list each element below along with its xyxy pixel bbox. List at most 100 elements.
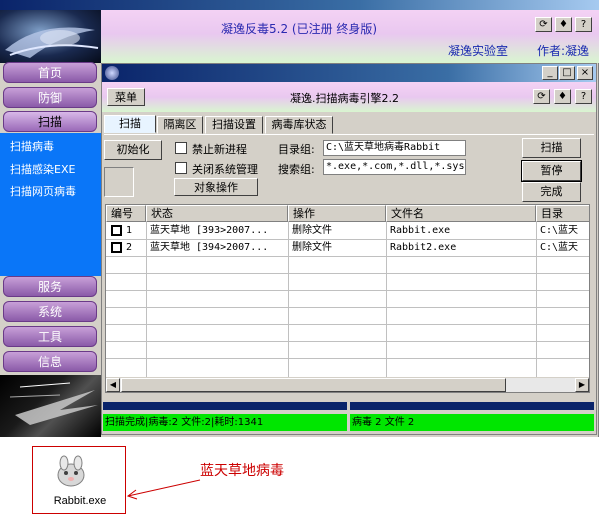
block-new-process-label: 禁止新进程 <box>192 143 247 156</box>
desktop-file-label: Rabbit.exe <box>53 495 107 507</box>
nav-item-system[interactable]: 系统 <box>3 301 97 322</box>
nav-decoration-art <box>0 375 101 437</box>
dir-group-label: 目录组: <box>278 143 315 156</box>
scroll-left-button[interactable]: ◀ <box>106 378 120 392</box>
tab-scan-settings[interactable]: 扫描设置 <box>205 116 263 134</box>
row-filename: Rabbit2.exe <box>390 242 457 253</box>
app-logo <box>0 10 101 63</box>
pin-icon: ♦ <box>558 91 567 102</box>
status-bar-right: 病毒 2 文件 2 <box>350 414 594 431</box>
nav-link-scan-web[interactable]: 扫描网页病毒 <box>10 183 76 199</box>
help-icon: ? <box>580 91 587 102</box>
grid-line <box>106 341 589 342</box>
nav-link-scan-virus[interactable]: 扫描病毒 <box>10 138 54 154</box>
pause-button[interactable]: 暂停 <box>521 160 582 182</box>
help-button[interactable]: ? <box>575 17 592 32</box>
app-header: 凝逸反毒5.2 (已注册 终身版) 凝逸实验室 作者:凝逸 ⟳ ♦ ? <box>101 10 599 63</box>
scroll-right-button[interactable]: ▶ <box>575 378 589 392</box>
horizontal-scrollbar[interactable]: ◀ ▶ <box>106 377 589 392</box>
row-directory: C:\蓝天 <box>540 242 579 253</box>
grid-line <box>106 273 589 274</box>
rabbit-exe-icon <box>57 455 85 487</box>
nav-item-scan[interactable]: 扫描 <box>3 111 97 132</box>
row-status: 蓝天草地 [394>2007... <box>150 242 269 253</box>
init-button[interactable]: 初始化 <box>104 140 162 160</box>
progress-bar-right <box>350 402 594 410</box>
grid-line <box>106 290 589 291</box>
row-checkbox[interactable] <box>111 225 122 236</box>
scroll-thumb[interactable] <box>121 378 506 392</box>
maximize-button[interactable]: □ <box>559 66 575 80</box>
tab-quarantine[interactable]: 隔离区 <box>157 116 203 134</box>
tab-scan[interactable]: 扫描 <box>104 115 156 133</box>
row-action: 删除文件 <box>292 225 332 236</box>
nav-item-tools[interactable]: 工具 <box>3 326 97 347</box>
desktop-file-highlight: Rabbit.exe <box>32 446 126 514</box>
engine-title: 凝逸.扫描病毒引擎2.2 <box>290 92 399 105</box>
row-directory: C:\蓝天 <box>540 225 579 236</box>
inner-header: 菜单 凝逸.扫描病毒引擎2.2 ⟳ ♦ ? <box>102 82 596 112</box>
status-indicator-box <box>104 167 134 197</box>
inner-refresh-button[interactable]: ⟳ <box>533 89 550 104</box>
grid-line <box>106 256 589 257</box>
arrow-left-icon: ◀ <box>109 380 117 389</box>
nav-item-service[interactable]: 服务 <box>3 276 97 297</box>
nav-item-home[interactable]: 首页 <box>3 62 97 83</box>
refresh-icon: ⟳ <box>539 19 548 30</box>
search-group-field[interactable]: *.exe,*.com,*.dll,*.sys <box>323 159 466 175</box>
nav-item-defense[interactable]: 防御 <box>3 87 97 108</box>
block-new-process-checkbox[interactable] <box>175 142 187 154</box>
nav-item-info[interactable]: 信息 <box>3 351 97 372</box>
menu-button[interactable]: 菜单 <box>107 88 145 106</box>
column-header-status[interactable]: 状态 <box>146 205 288 222</box>
lab-label: 凝逸实验室 <box>448 44 509 58</box>
grid-line <box>106 307 589 308</box>
nav-link-scan-exe[interactable]: 扫描感染EXE <box>10 161 75 177</box>
tab-virus-db-status[interactable]: 病毒库状态 <box>265 116 333 134</box>
column-header-filename[interactable]: 文件名 <box>386 205 536 222</box>
status-bar-left: 扫描完成|病毒:2 文件:2|耗时:1341 <box>103 414 347 431</box>
done-button[interactable]: 完成 <box>522 182 581 202</box>
pin-icon: ♦ <box>559 19 568 30</box>
window-icon <box>105 66 119 80</box>
row-status: 蓝天草地 [393>2007... <box>150 225 269 236</box>
desktop-file-icon-item[interactable]: Rabbit.exe <box>35 449 125 513</box>
column-header-id[interactable]: 编号 <box>106 205 146 222</box>
help-icon: ? <box>580 19 587 30</box>
pin-button[interactable]: ♦ <box>555 17 572 32</box>
row-checkbox[interactable] <box>111 242 122 253</box>
virus-annotation-label: 蓝天草地病毒 <box>200 463 284 479</box>
grid-line <box>106 358 589 359</box>
table-row[interactable]: 2 蓝天草地 [394>2007... 删除文件 Rabbit2.exe C:\… <box>106 240 589 256</box>
refresh-button[interactable]: ⟳ <box>535 17 552 32</box>
row-id: 2 <box>126 242 133 253</box>
table-row[interactable]: 1 蓝天草地 [393>2007... 删除文件 Rabbit.exe C:\蓝… <box>106 223 589 239</box>
jet-art <box>9 382 98 425</box>
inner-pin-button[interactable]: ♦ <box>554 89 571 104</box>
scan-engine-window: _ □ × 菜单 凝逸.扫描病毒引擎2.2 ⟳ ♦ ? 扫描 隔离区 扫描设置 … <box>101 63 597 435</box>
close-system-mgmt-checkbox[interactable] <box>175 162 187 174</box>
results-table: 编号 状态 操作 文件名 目录 1 蓝天草地 [393>2007... 删除文件… <box>105 204 590 393</box>
column-header-directory[interactable]: 目录 <box>536 205 589 222</box>
close-icon: × <box>580 67 590 78</box>
close-system-mgmt-label: 关闭系统管理 <box>192 163 258 176</box>
search-group-label: 搜索组: <box>278 163 315 176</box>
dir-group-field[interactable]: C:\蓝天草地病毒Rabbit <box>323 140 466 156</box>
object-operation-button[interactable]: 对象操作 <box>174 178 258 196</box>
logo-art <box>5 27 99 58</box>
inner-help-button[interactable]: ? <box>575 89 592 104</box>
row-filename: Rabbit.exe <box>390 225 451 236</box>
outer-title-bar[interactable] <box>0 0 599 10</box>
app-title: 凝逸反毒5.2 (已注册 终身版) <box>221 22 378 36</box>
column-header-action[interactable]: 操作 <box>288 205 386 222</box>
progress-bar-left <box>103 402 347 410</box>
scan-button[interactable]: 扫描 <box>522 138 581 158</box>
close-button[interactable]: × <box>577 66 593 80</box>
author-label: 作者:凝逸 <box>537 44 590 58</box>
scan-submenu: 扫描病毒 扫描感染EXE 扫描网页病毒 <box>0 133 101 276</box>
minimize-button[interactable]: _ <box>542 66 558 80</box>
maximize-icon: □ <box>562 67 572 78</box>
row-id: 1 <box>126 225 133 236</box>
grid-line <box>106 324 589 325</box>
inner-title-bar[interactable]: _ □ × <box>102 64 596 82</box>
